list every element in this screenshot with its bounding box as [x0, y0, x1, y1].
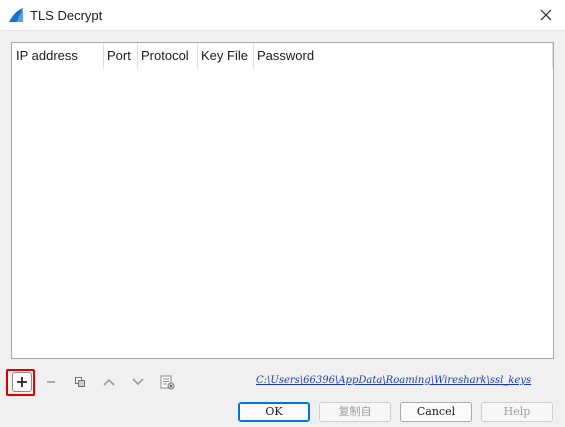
column-header-ip-address[interactable]: IP address	[12, 43, 104, 69]
close-icon	[540, 9, 552, 21]
table-header: IP address Port Protocol Key File Passwo…	[12, 43, 553, 69]
add-button[interactable]	[12, 372, 32, 392]
plus-icon	[17, 377, 27, 387]
wireshark-fin-icon	[9, 8, 23, 22]
column-header-port[interactable]: Port	[103, 43, 137, 69]
column-end-line	[552, 43, 553, 69]
copy-from-button[interactable]: 复制自	[319, 402, 391, 422]
clear-list-icon	[160, 375, 175, 390]
remove-button[interactable]	[41, 372, 61, 392]
keys-file-path-link[interactable]: C:\Users\66396\AppData\Roaming\Wireshark…	[256, 375, 531, 386]
help-button[interactable]: Help	[481, 402, 553, 422]
window-title: TLS Decrypt	[30, 8, 103, 23]
ok-button[interactable]: OK	[238, 402, 310, 422]
title-bar: TLS Decrypt	[0, 0, 565, 31]
column-header-password[interactable]: Password	[253, 43, 343, 69]
keys-table[interactable]: IP address Port Protocol Key File Passwo…	[11, 42, 554, 359]
column-header-key-file[interactable]: Key File	[197, 43, 253, 69]
move-up-button[interactable]	[99, 372, 119, 392]
cancel-button[interactable]: Cancel	[400, 402, 472, 422]
close-button[interactable]	[533, 3, 559, 27]
chevron-up-icon	[103, 378, 115, 386]
column-header-protocol[interactable]: Protocol	[137, 43, 197, 69]
move-down-button[interactable]	[128, 372, 148, 392]
copy-icon	[75, 377, 85, 387]
copy-button[interactable]	[70, 372, 90, 392]
chevron-down-icon	[132, 378, 144, 386]
minus-icon	[47, 381, 55, 383]
clear-button[interactable]	[157, 372, 177, 392]
